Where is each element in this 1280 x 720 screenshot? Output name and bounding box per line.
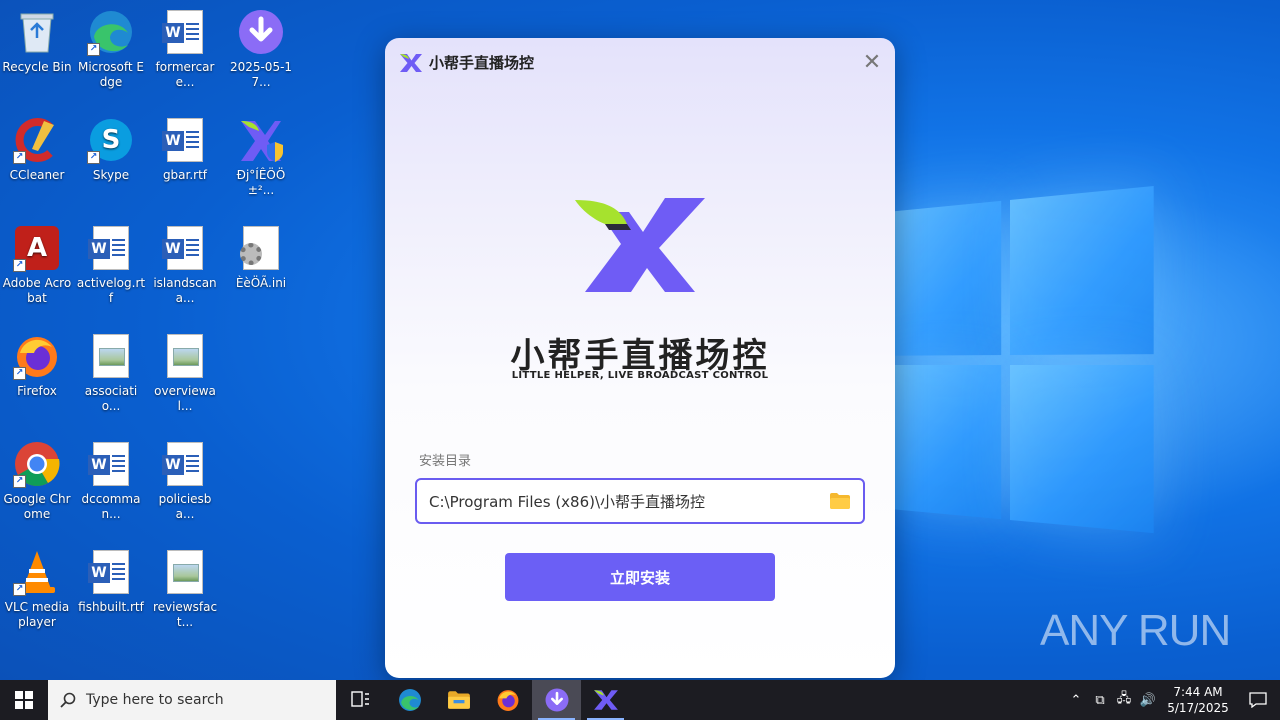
download-arrow-icon	[237, 8, 285, 56]
desktop-icon-app-installer[interactable]: Ðj°ÍÊÖÖ±²...	[224, 116, 298, 198]
desktop-icon-google-chrome[interactable]: ↗ Google Chrome	[0, 440, 74, 522]
desktop-icon-dccomman[interactable]: W dccomman...	[74, 440, 148, 522]
taskbar-firefox[interactable]	[483, 680, 532, 720]
chevron-up-icon: ⌃	[1070, 692, 1082, 708]
close-button[interactable]: ✕	[859, 50, 885, 76]
taskbar-search[interactable]: Type here to search	[48, 680, 336, 720]
ccleaner-icon: ↗	[13, 116, 61, 164]
desktop-icon-adobe-acrobat[interactable]: A ↗ Adobe Acrobat	[0, 224, 74, 306]
installer-dialog: 小帮手直播场控 ✕ 小帮手直播场控 LITTLE HELPER, LIVE BR…	[385, 38, 895, 678]
desktop-icon-overviewal[interactable]: overviewal...	[148, 332, 222, 414]
image-file-icon	[161, 332, 209, 380]
download-arrow-icon	[545, 688, 568, 712]
settings-file-icon	[237, 224, 285, 272]
word-document-icon: W	[87, 440, 135, 488]
close-icon: ✕	[862, 50, 882, 75]
taskbar-clock[interactable]: 7:44 AM 5/17/2025	[1160, 684, 1236, 716]
chrome-icon: ↗	[13, 440, 61, 488]
install-directory-field[interactable]	[415, 478, 865, 524]
image-file-icon	[161, 548, 209, 596]
clock-time: 7:44 AM	[1173, 685, 1223, 699]
taskbar-downloader[interactable]	[532, 680, 581, 720]
taskbar-file-explorer[interactable]	[434, 680, 483, 720]
watermark-text: ANY RUN	[1040, 606, 1231, 655]
word-document-icon: W	[161, 116, 209, 164]
brand-logo-icon	[575, 198, 705, 292]
windows-wallpaper-logo	[887, 185, 1154, 544]
desktop-icon-fishbuilt[interactable]: W fishbuilt.rtf	[74, 548, 148, 615]
install-now-button[interactable]: 立即安装	[505, 553, 775, 601]
desktop-icon-settings-ini[interactable]: ÈèÖÃ.ini	[224, 224, 298, 291]
firefox-icon: ↗	[13, 332, 61, 380]
vlc-cone-icon: ↗	[13, 548, 61, 596]
app-x-shield-icon	[237, 116, 285, 164]
taskbar-installer-app[interactable]	[581, 680, 630, 720]
recycle-bin-icon	[13, 8, 61, 56]
word-document-icon: W	[161, 440, 209, 488]
skype-icon: S ↗	[87, 116, 135, 164]
task-view-icon	[350, 691, 369, 707]
desktop-icon-islandscana[interactable]: W islandscana...	[148, 224, 222, 306]
desktop-icon-policiesba[interactable]: W policiesba...	[148, 440, 222, 522]
desktop-icon-vlc[interactable]: ↗ VLC media player	[0, 548, 74, 630]
install-directory-input[interactable]	[429, 492, 829, 510]
desktop-icon-recycle-bin[interactable]: Recycle Bin	[0, 8, 74, 75]
tray-volume[interactable]: 🔊	[1136, 680, 1160, 720]
edge-icon	[398, 689, 421, 711]
app-logo-icon	[593, 690, 618, 710]
desktop-icon-download-installer[interactable]: 2025-05-17...	[224, 8, 298, 90]
desktop-icon-microsoft-edge[interactable]: ↗ Microsoft Edge	[74, 8, 148, 90]
desktop-icon-firefox[interactable]: ↗ Firefox	[0, 332, 74, 399]
notification-center-button[interactable]	[1236, 680, 1280, 720]
desktop-icon-associatio[interactable]: associatio...	[74, 332, 148, 414]
word-document-icon: W	[161, 224, 209, 272]
file-explorer-icon	[447, 691, 470, 709]
start-button[interactable]	[0, 680, 48, 720]
word-document-icon: W	[161, 8, 209, 56]
meet-now-icon: ⧉	[1095, 692, 1105, 708]
image-file-icon	[87, 332, 135, 380]
tray-meet-icon[interactable]: ⧉	[1088, 680, 1112, 720]
word-document-icon: W	[87, 548, 135, 596]
desktop-icon-activelog[interactable]: W activelog.rtf	[74, 224, 148, 306]
brand-title-english: LITTLE HELPER, LIVE BROADCAST CONTROL	[511, 370, 769, 381]
tray-network[interactable]: 🖧	[1112, 680, 1136, 720]
firefox-icon	[497, 690, 518, 711]
network-icon: 🖧	[1116, 691, 1132, 706]
task-view-button[interactable]	[336, 680, 385, 720]
desktop-icon-formercare[interactable]: W formercare...	[148, 8, 222, 90]
taskbar: Type here to search ⌃ ⧉ 🖧 🔊 7:44 AM 5/17…	[0, 680, 1280, 720]
notification-icon	[1249, 692, 1267, 708]
dialog-title: 小帮手直播场控	[429, 54, 535, 72]
search-icon	[60, 692, 76, 708]
taskbar-edge[interactable]	[385, 680, 434, 720]
speaker-icon: 🔊	[1139, 692, 1157, 708]
desktop-icon-skype[interactable]: S ↗ Skype	[74, 116, 148, 183]
folder-icon[interactable]	[829, 492, 851, 510]
windows-start-icon	[15, 691, 33, 709]
system-tray: ⌃ ⧉ 🖧 🔊 7:44 AM 5/17/2025	[1064, 680, 1280, 720]
app-logo-icon	[400, 53, 422, 72]
desktop-icon-ccleaner[interactable]: ↗ CCleaner	[0, 116, 74, 183]
tray-overflow-chevron[interactable]: ⌃	[1064, 680, 1088, 720]
clock-date: 5/17/2025	[1167, 701, 1229, 715]
search-placeholder: Type here to search	[86, 692, 224, 708]
word-document-icon: W	[87, 224, 135, 272]
anyrun-watermark: ANY RUN	[1040, 606, 1231, 656]
edge-icon: ↗	[87, 8, 135, 56]
desktop-icon-gbar[interactable]: W gbar.rtf	[148, 116, 222, 183]
adobe-acrobat-icon: A ↗	[13, 224, 61, 272]
desktop-icon-reviewsfact[interactable]: reviewsfact...	[148, 548, 222, 630]
install-directory-label: 安装目录	[419, 454, 472, 469]
dialog-title-bar: 小帮手直播场控	[399, 52, 534, 73]
